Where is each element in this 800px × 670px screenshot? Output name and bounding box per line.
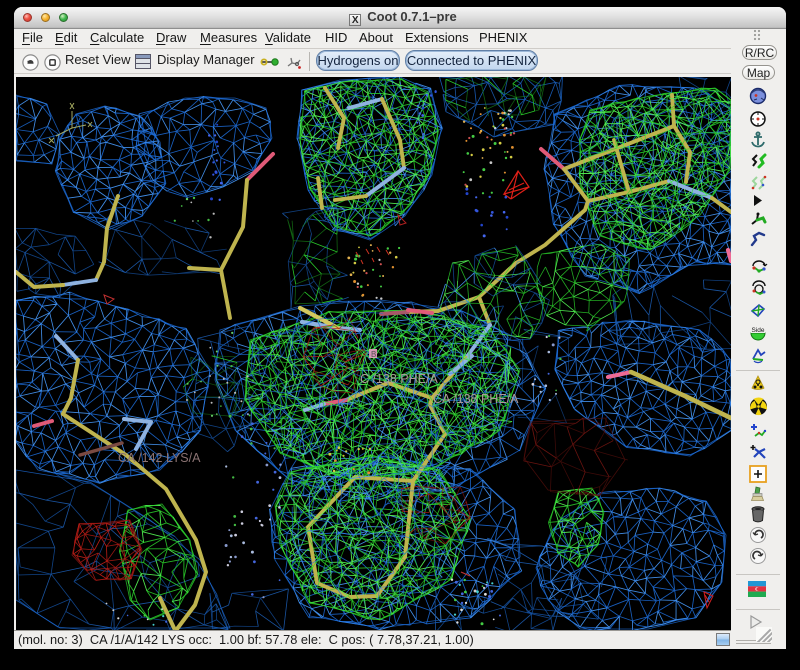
- svg-text:Side: Side: [751, 327, 764, 334]
- svg-text:B: B: [371, 350, 376, 359]
- svg-text:CA /142 LYS/A: CA /142 LYS/A: [118, 451, 201, 465]
- svg-text:C /138 PHE/A: C /138 PHE/A: [360, 372, 438, 386]
- svg-text:CA /138 PHE/A: CA /138 PHE/A: [433, 392, 519, 406]
